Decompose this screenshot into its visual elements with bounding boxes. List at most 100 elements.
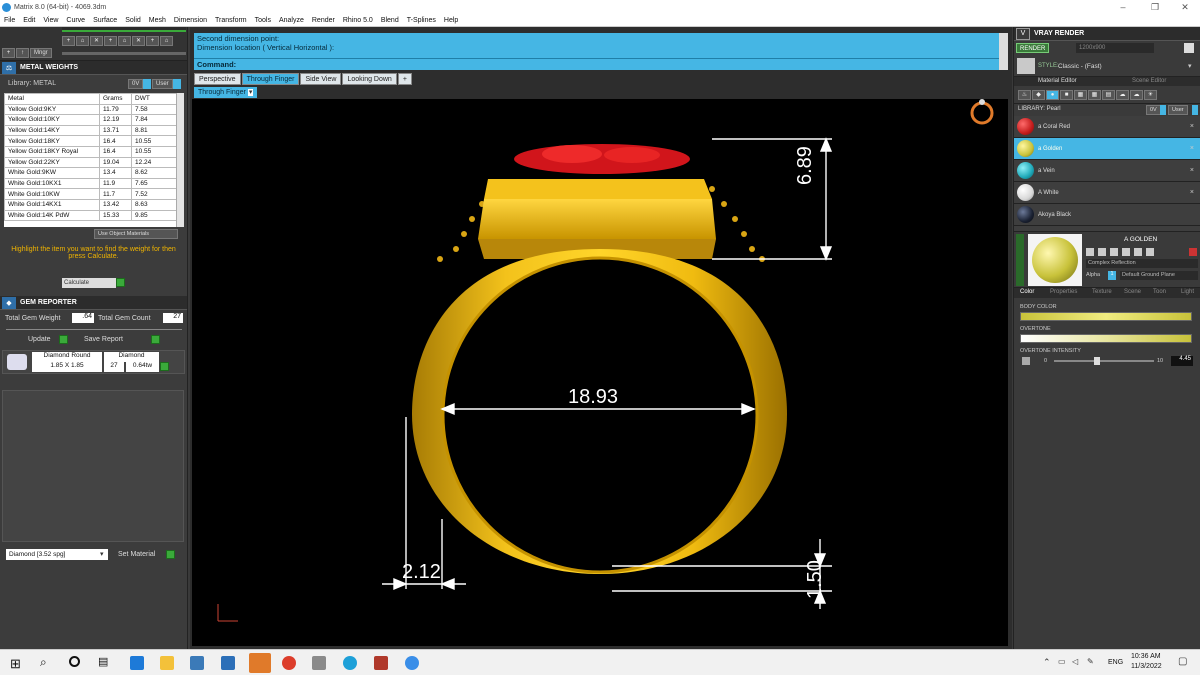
tool-button[interactable]: ✕ bbox=[132, 36, 145, 46]
file-explorer-icon[interactable] bbox=[160, 656, 174, 670]
user-info-icon[interactable] bbox=[173, 79, 181, 89]
gem-icon[interactable]: ◆ bbox=[1032, 90, 1045, 100]
mail-icon[interactable] bbox=[221, 656, 235, 670]
intensity-slider[interactable] bbox=[1054, 360, 1154, 362]
gem-go-icon[interactable] bbox=[160, 362, 169, 371]
command-prompt[interactable]: Command: bbox=[194, 58, 999, 70]
tool-button[interactable]: + bbox=[146, 36, 159, 46]
clock-time[interactable]: 10:36 AM bbox=[1131, 653, 1161, 660]
alpha-value[interactable]: 1 bbox=[1108, 271, 1116, 280]
table-row[interactable]: White Gold:9KW 13.4 8.62 bbox=[4, 167, 177, 179]
table-row[interactable]: Yellow Gold:22KY 19.04 12.24 bbox=[4, 156, 177, 169]
material-item[interactable]: Akoya Black bbox=[1014, 204, 1200, 226]
tab-scene[interactable]: Scene bbox=[1124, 289, 1141, 295]
table-row[interactable]: White Gold:14KX1 13.42 8.63 bbox=[4, 198, 177, 211]
library-info-icon[interactable] bbox=[143, 79, 151, 89]
chevron-down-icon[interactable]: ▾ bbox=[1188, 62, 1192, 70]
minimize-button[interactable]: – bbox=[1108, 0, 1138, 14]
menu-tools[interactable]: Tools bbox=[251, 17, 275, 24]
close-icon[interactable] bbox=[1184, 43, 1194, 53]
menu-tsplines[interactable]: T-Splines bbox=[403, 17, 440, 24]
3d-viewport[interactable]: 18.93 6.89 2.12 1.50 bbox=[192, 99, 1008, 646]
gem-entry[interactable]: Diamond Round 1.85 X 1.85 Diamond 27 0.6… bbox=[2, 350, 185, 374]
tab-perspective[interactable]: Perspective bbox=[194, 73, 241, 85]
menu-render[interactable]: Render bbox=[308, 17, 339, 24]
table-row[interactable]: White Gold:10KW 11.7 7.52 bbox=[4, 188, 177, 200]
chrome-icon[interactable] bbox=[282, 656, 296, 670]
tray-chevron-icon[interactable]: ⌃ bbox=[1043, 657, 1051, 668]
tab-material-editor[interactable]: Material Editor bbox=[1038, 78, 1077, 84]
table-row[interactable]: Yellow Gold:14KY 13.71 8.81 bbox=[4, 124, 177, 137]
delete-icon[interactable] bbox=[1189, 248, 1197, 256]
ring-preview-icon[interactable] bbox=[970, 99, 994, 125]
store-icon[interactable] bbox=[190, 656, 204, 670]
app-icon[interactable] bbox=[374, 656, 388, 670]
viewport-label[interactable]: Through Finger ▾ bbox=[194, 87, 258, 98]
library-button[interactable]: 0V bbox=[128, 79, 144, 89]
menu-edit[interactable]: Edit bbox=[19, 17, 39, 24]
table-row[interactable]: White Gold:10KX1 11.9 7.65 bbox=[4, 177, 177, 190]
tab-looking-down[interactable]: Looking Down bbox=[342, 73, 397, 85]
user-button[interactable]: User bbox=[1168, 105, 1188, 115]
fire-icon[interactable]: ♨ bbox=[1018, 90, 1031, 100]
matrix-app-icon[interactable] bbox=[249, 653, 271, 673]
col-grams[interactable]: Grams bbox=[99, 93, 132, 105]
menu-curve[interactable]: Curve bbox=[62, 17, 89, 24]
search-icon[interactable]: ⌕ bbox=[40, 655, 47, 670]
material-item[interactable]: A White × bbox=[1014, 182, 1200, 204]
cloud-alt-icon[interactable]: ☁ bbox=[1130, 90, 1143, 100]
save-report-button[interactable]: Save Report bbox=[84, 336, 123, 343]
texture-icon[interactable]: ▤ bbox=[1102, 90, 1115, 100]
grid-icon[interactable]: ▦ bbox=[1088, 90, 1101, 100]
reflection-select[interactable]: Complex Reflection bbox=[1086, 259, 1198, 268]
remove-icon[interactable]: × bbox=[1190, 123, 1194, 130]
lock-icon[interactable] bbox=[1134, 248, 1142, 256]
table-scrollbar[interactable] bbox=[176, 93, 184, 227]
notifications-icon[interactable]: ▢ bbox=[1178, 656, 1187, 667]
table-row[interactable]: Yellow Gold:10KY 12.19 7.84 bbox=[4, 114, 177, 126]
edge-icon[interactable] bbox=[130, 656, 144, 670]
user-info-icon[interactable] bbox=[1192, 105, 1198, 115]
menu-transform[interactable]: Transform bbox=[211, 17, 251, 24]
manager-button[interactable]: Mngr bbox=[30, 48, 52, 58]
tab-texture[interactable]: Texture bbox=[1092, 289, 1112, 295]
menu-mesh[interactable]: Mesh bbox=[145, 17, 170, 24]
tab-side-view[interactable]: Side View bbox=[300, 73, 342, 85]
command-scrollbar[interactable] bbox=[999, 33, 1008, 70]
tool-button[interactable]: + bbox=[62, 36, 75, 46]
material-item[interactable]: a Coral Red × bbox=[1014, 116, 1200, 138]
tab-light[interactable]: Light bbox=[1181, 289, 1194, 295]
menu-dimension[interactable]: Dimension bbox=[170, 17, 211, 24]
language-indicator[interactable]: ENG bbox=[1108, 659, 1123, 666]
toolbar-slider[interactable] bbox=[62, 52, 186, 55]
library-button[interactable]: 0V bbox=[1146, 105, 1161, 115]
material-item-selected[interactable]: a Golden × bbox=[1014, 138, 1200, 160]
speaker-icon[interactable]: ◁ bbox=[1072, 657, 1078, 666]
maximize-button[interactable]: ❐ bbox=[1140, 0, 1170, 14]
edit-icon[interactable] bbox=[1110, 248, 1118, 256]
up-arrow-icon[interactable]: ↑ bbox=[16, 48, 29, 58]
menu-file[interactable]: File bbox=[0, 17, 19, 24]
tool-button[interactable]: ⌂ bbox=[76, 36, 89, 46]
pearl-icon[interactable]: ● bbox=[1046, 90, 1059, 100]
tab-scene-editor[interactable]: Scene Editor bbox=[1132, 78, 1166, 84]
update-go-icon[interactable] bbox=[59, 335, 68, 344]
user-button[interactable]: User bbox=[152, 79, 173, 89]
body-color-slider[interactable] bbox=[1020, 312, 1192, 321]
tab-properties[interactable]: Properties bbox=[1050, 289, 1077, 295]
set-material-go-icon[interactable] bbox=[166, 550, 175, 559]
intensity-slider-handle[interactable] bbox=[1094, 357, 1100, 365]
menu-analyze[interactable]: Analyze bbox=[275, 17, 308, 24]
calculate-button[interactable]: Calculate bbox=[62, 278, 116, 288]
app-icon[interactable] bbox=[312, 656, 326, 670]
menu-rhino[interactable]: Rhino 5.0 bbox=[339, 17, 377, 24]
set-material-button[interactable]: Set Material bbox=[118, 551, 155, 558]
col-metal[interactable]: Metal bbox=[4, 93, 100, 105]
tool-button[interactable]: + bbox=[104, 36, 117, 46]
add-tab-icon[interactable]: + bbox=[397, 73, 412, 85]
app-icon[interactable] bbox=[343, 656, 357, 670]
zoho-icon[interactable] bbox=[405, 656, 419, 670]
table-row[interactable]: White Gold:14K PdW 15.33 9.85 bbox=[4, 209, 177, 222]
copy-icon[interactable] bbox=[1086, 248, 1094, 256]
style-value[interactable]: Classic - (Fast) bbox=[1058, 63, 1102, 70]
